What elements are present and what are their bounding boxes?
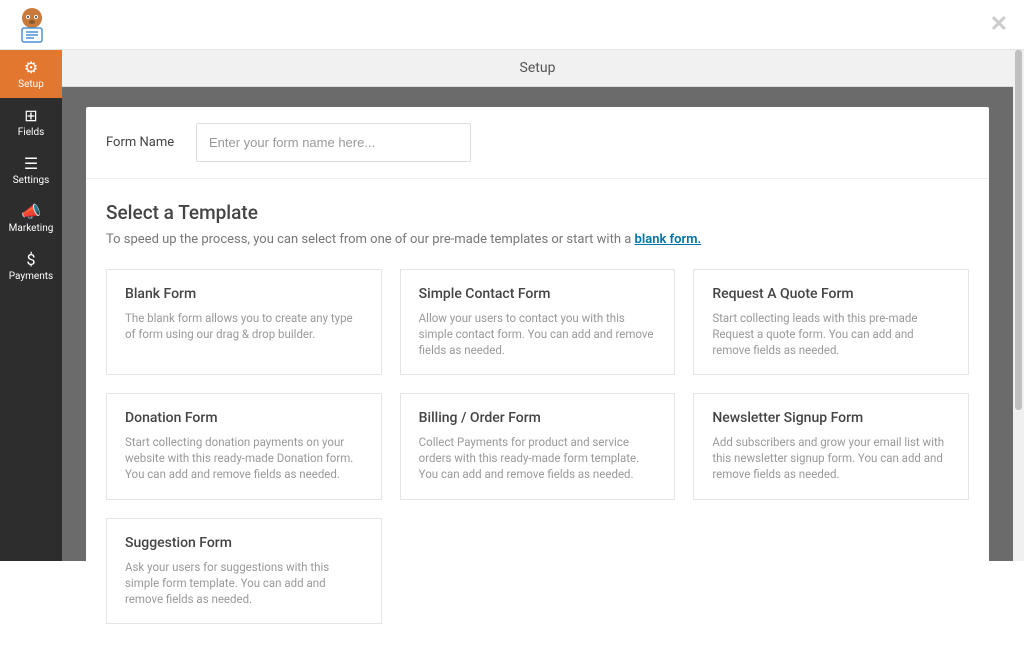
- sidebar-item-payments[interactable]: $ Payments: [0, 242, 62, 290]
- template-card-desc: Start collecting leads with this pre-mad…: [712, 310, 950, 358]
- sidebar-item-marketing[interactable]: 📣 Marketing: [0, 194, 62, 242]
- template-card-title: Blank Form: [125, 286, 363, 302]
- scrollbar[interactable]: [1013, 50, 1024, 561]
- template-card-desc: Start collecting donation payments on yo…: [125, 434, 363, 482]
- form-name-input[interactable]: [196, 123, 471, 162]
- top-strip: ✕: [0, 0, 1024, 50]
- sliders-icon: ☰: [24, 154, 38, 173]
- sidebar-item-label: Fields: [18, 127, 45, 138]
- sidebar: ⚙ Setup ⊞ Fields ☰ Settings 📣 Marketing …: [0, 50, 62, 561]
- sidebar-item-settings[interactable]: ☰ Settings: [0, 146, 62, 194]
- scrollbar-thumb[interactable]: [1015, 50, 1022, 410]
- sidebar-item-label: Setup: [18, 79, 44, 90]
- template-card-title: Billing / Order Form: [419, 410, 657, 426]
- template-grid: Blank Form The blank form allows you to …: [106, 269, 969, 624]
- page-title: Setup: [62, 50, 1013, 87]
- template-card-title: Suggestion Form: [125, 535, 363, 551]
- main-area: Setup Form Name Select a Template To spe…: [62, 50, 1013, 561]
- template-card-title: Newsletter Signup Form: [712, 410, 950, 426]
- template-card-simple-contact[interactable]: Simple Contact Form Allow your users to …: [400, 269, 676, 375]
- blank-form-link[interactable]: blank form.: [635, 232, 702, 247]
- sidebar-item-label: Settings: [13, 175, 50, 186]
- template-heading: Select a Template: [106, 201, 969, 224]
- template-card-desc: Ask your users for suggestions with this…: [125, 559, 363, 607]
- template-section: Select a Template To speed up the proces…: [86, 179, 989, 646]
- sidebar-item-label: Payments: [9, 271, 53, 282]
- template-card-suggestion[interactable]: Suggestion Form Ask your users for sugge…: [106, 518, 382, 624]
- form-name-row: Form Name: [86, 107, 989, 179]
- template-card-newsletter[interactable]: Newsletter Signup Form Add subscribers a…: [693, 393, 969, 499]
- dollar-icon: $: [27, 250, 36, 269]
- close-icon[interactable]: ✕: [990, 12, 1008, 37]
- gear-icon: ⚙: [24, 58, 38, 77]
- template-card-blank[interactable]: Blank Form The blank form allows you to …: [106, 269, 382, 375]
- form-name-label: Form Name: [106, 135, 196, 150]
- template-card-desc: The blank form allows you to create any …: [125, 310, 363, 342]
- template-card-desc: Allow your users to contact you with thi…: [419, 310, 657, 358]
- template-card-billing-order[interactable]: Billing / Order Form Collect Payments fo…: [400, 393, 676, 499]
- template-card-request-quote[interactable]: Request A Quote Form Start collecting le…: [693, 269, 969, 375]
- template-card-title: Simple Contact Form: [419, 286, 657, 302]
- template-subtext: To speed up the process, you can select …: [106, 232, 969, 247]
- template-card-donation[interactable]: Donation Form Start collecting donation …: [106, 393, 382, 499]
- setup-panel: Form Name Select a Template To speed up …: [86, 107, 989, 646]
- sidebar-item-label: Marketing: [9, 223, 54, 234]
- sidebar-item-setup[interactable]: ⚙ Setup: [0, 50, 62, 98]
- template-card-desc: Collect Payments for product and service…: [419, 434, 657, 482]
- wpforms-logo: [12, 4, 52, 44]
- template-card-desc: Add subscribers and grow your email list…: [712, 434, 950, 482]
- template-card-title: Donation Form: [125, 410, 363, 426]
- template-card-title: Request A Quote Form: [712, 286, 950, 302]
- sidebar-item-fields[interactable]: ⊞ Fields: [0, 98, 62, 146]
- grid-icon: ⊞: [24, 106, 37, 125]
- megaphone-icon: 📣: [21, 202, 41, 221]
- template-subtext-prefix: To speed up the process, you can select …: [106, 232, 635, 247]
